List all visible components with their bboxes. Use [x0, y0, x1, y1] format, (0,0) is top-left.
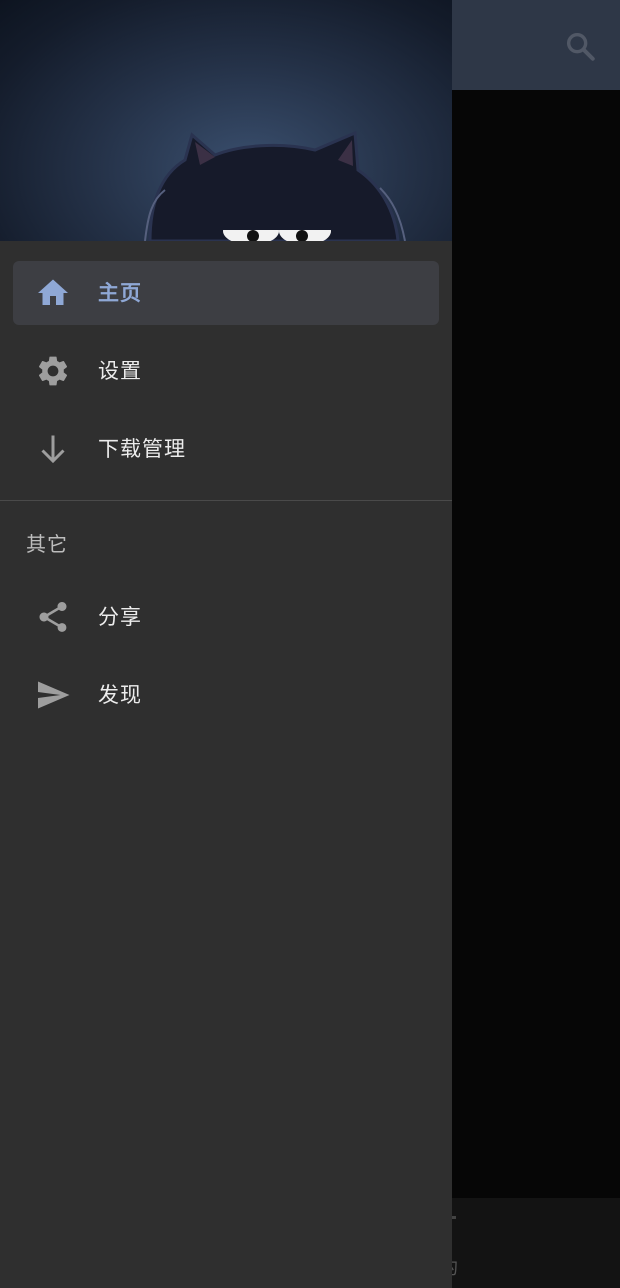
drawer-header-image — [0, 0, 452, 241]
nav-item-share[interactable]: 分享 — [13, 585, 439, 649]
nav-item-label: 主页 — [98, 281, 142, 305]
other-nav-list: 分享 发现 — [0, 585, 452, 741]
nav-item-downloads[interactable]: 下载管理 — [13, 417, 439, 481]
nav-item-label: 设置 — [98, 359, 142, 383]
section-title-other: 其它 — [26, 532, 68, 556]
cat-illustration — [144, 130, 406, 241]
arrow-down-icon — [35, 431, 71, 467]
navigation-drawer: 主页 设置 下载管理 其它 分享 发现 — [0, 0, 452, 1288]
nav-item-home[interactable]: 主页 — [13, 261, 439, 325]
nav-item-discover[interactable]: 发现 — [13, 663, 439, 727]
nav-item-settings[interactable]: 设置 — [13, 339, 439, 403]
share-icon — [35, 599, 71, 635]
gear-icon — [35, 353, 71, 389]
nav-item-label: 下载管理 — [98, 437, 186, 461]
nav-item-label: 发现 — [98, 683, 142, 707]
drawer-divider — [0, 500, 452, 501]
send-icon — [35, 677, 71, 713]
main-nav-list: 主页 设置 下载管理 — [0, 241, 452, 481]
home-icon — [35, 275, 71, 311]
nav-item-label: 分享 — [98, 605, 142, 629]
